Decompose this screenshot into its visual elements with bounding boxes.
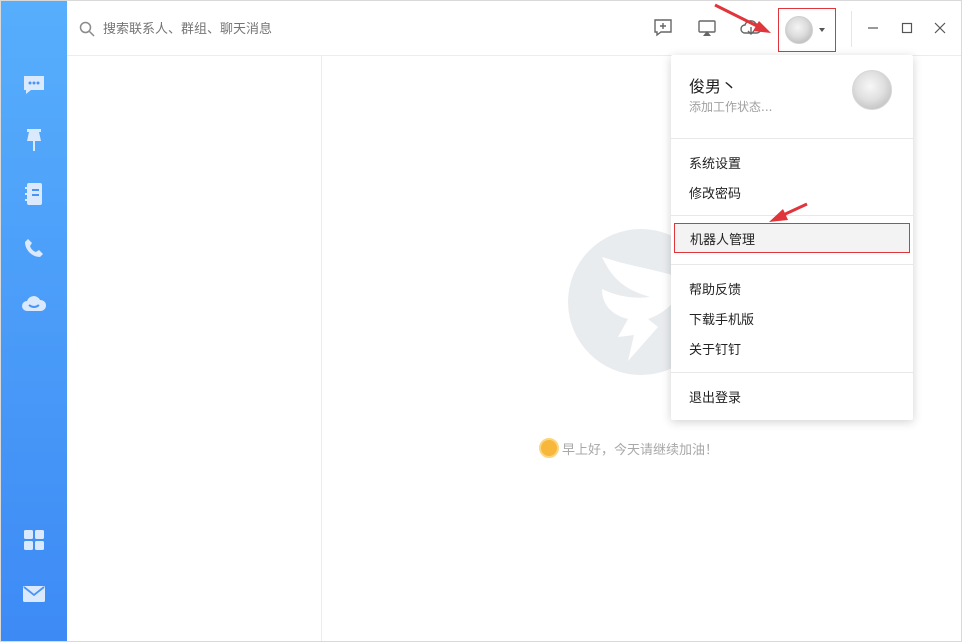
menu-item-logout[interactable]: 退出登录 [689, 387, 741, 406]
app-window: 早上好，今天请继续加油！ 俊男丶 添加工作状态... 系统设置 修改密码 机器人… [0, 0, 962, 642]
nav-calls[interactable] [20, 234, 48, 262]
screen-cast-icon [698, 20, 716, 36]
profile-avatar[interactable] [852, 70, 892, 110]
chevron-down-icon [819, 28, 825, 32]
greeting-message: 早上好，今天请继续加油！ [539, 438, 718, 458]
nav-workbench[interactable] [20, 526, 48, 554]
cloud-icon [22, 296, 47, 311]
search-icon [79, 21, 95, 37]
contacts-book-icon [25, 183, 42, 205]
toolbar-divider [851, 11, 852, 47]
menu-item-download-mobile[interactable]: 下载手机版 [689, 309, 754, 328]
maximize-button[interactable] [898, 19, 916, 37]
nav-contacts[interactable] [20, 180, 48, 208]
nav-mail[interactable] [20, 580, 48, 608]
apps-grid-icon [24, 530, 44, 550]
search-input[interactable] [103, 21, 303, 37]
pin-icon [27, 129, 41, 151]
menu-item-about[interactable]: 关于钉钉 [689, 339, 741, 358]
nav-pinned[interactable] [20, 126, 48, 154]
profile-dropdown-menu: 俊男丶 添加工作状态... 系统设置 修改密码 机器人管理 帮助反馈 下载手机版… [671, 55, 913, 420]
sun-emoji-icon [539, 438, 559, 458]
greeting-text: 早上好，今天请继续加油！ [562, 442, 719, 458]
new-chat-button[interactable] [652, 17, 674, 39]
menu-item-change-password[interactable]: 修改密码 [689, 183, 741, 202]
maximize-icon [901, 22, 913, 34]
user-avatar-button[interactable] [778, 8, 836, 52]
minimize-icon [868, 27, 878, 29]
nav-messages[interactable] [20, 71, 48, 99]
menu-divider [671, 215, 913, 216]
cloud-drive-icon [740, 20, 762, 35]
conversation-list [67, 56, 322, 641]
cloud-drive-button[interactable] [740, 17, 762, 39]
phone-icon [25, 239, 43, 257]
avatar [785, 16, 813, 44]
left-nav-rail [1, 1, 67, 641]
minimize-button[interactable] [864, 19, 882, 37]
mail-icon [23, 586, 45, 602]
menu-item-help-feedback[interactable]: 帮助反馈 [689, 279, 741, 298]
close-button[interactable] [931, 19, 949, 37]
nav-cloud[interactable] [20, 289, 48, 317]
work-status-input[interactable]: 添加工作状态... [689, 98, 772, 115]
menu-item-settings[interactable]: 系统设置 [689, 153, 741, 172]
screen-cast-button[interactable] [696, 17, 718, 39]
menu-divider [671, 372, 913, 373]
new-chat-icon [654, 19, 672, 37]
search-box[interactable] [79, 16, 319, 42]
user-name: 俊男丶 [689, 77, 738, 96]
menu-item-robot-manage[interactable]: 机器人管理 [674, 223, 910, 253]
top-bar [67, 1, 961, 56]
chat-bubble-icon [24, 76, 44, 94]
close-icon [934, 22, 946, 34]
menu-divider [671, 138, 913, 139]
menu-divider [671, 264, 913, 265]
